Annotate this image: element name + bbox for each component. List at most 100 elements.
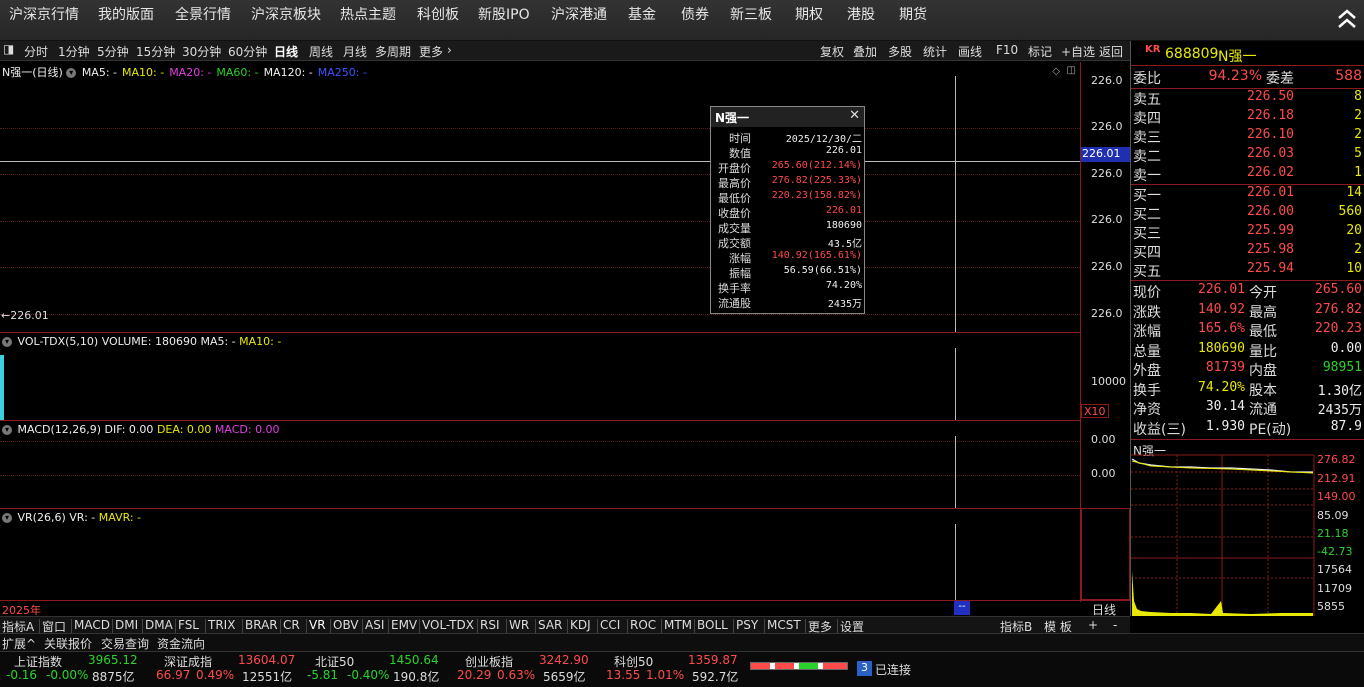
period-tab[interactable]: 30分钟	[182, 43, 221, 60]
indicator-tab[interactable]: OBV	[333, 618, 359, 632]
period-tab[interactable]: 5分钟	[97, 43, 129, 60]
nav-item[interactable]: 基金	[628, 4, 656, 24]
level-label: 卖四	[1133, 111, 1161, 127]
indicator-tab[interactable]: EMV	[391, 618, 417, 632]
period-tab[interactable]: 多周期	[375, 43, 411, 60]
tool-button[interactable]: 复权	[820, 43, 844, 60]
nav-item[interactable]: 新股IPO	[478, 4, 530, 24]
scale-tick: 226.0	[1091, 74, 1123, 87]
indicator-tab[interactable]: SAR	[538, 618, 562, 632]
indicator-tab[interactable]: PSY	[736, 618, 758, 632]
price-pane[interactable]: N强一(日线) ▾ MA5: - MA10: - MA20: - MA60: - MA1…	[0, 62, 1080, 332]
nav-item[interactable]: 期权	[795, 4, 823, 24]
tool-button[interactable]: 叠加	[853, 43, 877, 60]
tool-button[interactable]: 统计	[923, 43, 947, 60]
order-book-row: 买三 225.99 20	[1131, 223, 1364, 242]
indicator-tab[interactable]: ASI	[365, 618, 384, 632]
related-quote-tab[interactable]: 关联报价	[44, 635, 92, 652]
collapse-chevron-icon[interactable]	[1336, 6, 1358, 32]
indicator-tab[interactable]: KDJ	[570, 618, 591, 632]
period-tab[interactable]: 1分钟	[58, 43, 90, 60]
data-tooltip-window[interactable]: N强一 ✕ 时间 2025/12/30/二 数值 226.01 开盘价 265.60(21…	[710, 106, 865, 314]
nav-item[interactable]: 沪深京板块	[251, 4, 321, 24]
indicator-tab[interactable]: -	[1113, 618, 1117, 632]
indicator-tab[interactable]: MCST	[767, 618, 801, 632]
tool-button[interactable]: 画线	[958, 43, 982, 60]
sidebar-toggle-icon[interactable]: ◨	[3, 42, 14, 56]
indicator-tab[interactable]: CR	[283, 618, 300, 632]
indicator-tab[interactable]: WR	[509, 618, 529, 632]
capital-flow-tab[interactable]: 资金流向	[157, 635, 205, 652]
tooltip-value: 220.23(158.82%)	[771, 190, 862, 201]
price-pane-header: N强一(日线) ▾ MA5: - MA10: - MA20: - MA60: - MA1…	[2, 64, 372, 80]
tool-button[interactable]: +自选	[1061, 43, 1095, 60]
indicator-tab[interactable]: DMA	[145, 618, 173, 632]
dropdown-icon[interactable]: ▾	[2, 337, 12, 347]
stock-header: KR 688809 N强一	[1131, 43, 1364, 65]
nav-item[interactable]: 债券	[681, 4, 709, 24]
indicator-tab[interactable]: MACD	[74, 618, 110, 632]
indicator-tab[interactable]: VOL-TDX	[422, 618, 474, 632]
crosshair-vertical	[955, 348, 956, 420]
diamond-icon[interactable]: ◇	[1052, 66, 1060, 77]
macd-pane[interactable]: ▾ MACD(12,26,9) DIF: 0.00 DEA: 0.00 MACD…	[0, 420, 1080, 508]
indicator-tab[interactable]: FSL	[178, 618, 199, 632]
macd-dif: DIF: 0.00	[104, 423, 154, 436]
period-tab[interactable]: 15分钟	[136, 43, 175, 60]
nav-item[interactable]: 港股	[847, 4, 875, 24]
nav-item[interactable]: 期货	[899, 4, 927, 24]
trade-query-tab[interactable]: 交易查询	[101, 635, 149, 652]
order-book-row: 卖五 226.50 8	[1131, 89, 1364, 108]
expand-button[interactable]: 扩展^	[2, 635, 36, 652]
volume-pane[interactable]: ▾ VOL-TDX(5,10) VOLUME: 180690 MA5: - MA…	[0, 332, 1080, 421]
level-quantity: 2	[1354, 108, 1362, 123]
stat-value: 0.00	[1330, 340, 1362, 356]
tool-button[interactable]: 多股	[888, 43, 912, 60]
period-tab[interactable]: 分时	[24, 43, 48, 60]
stat-value: 74.20%	[1198, 379, 1245, 395]
indicator-tab[interactable]: BRAR	[245, 618, 278, 632]
chart-area[interactable]: N强一(日线) ▾ MA5: - MA10: - MA20: - MA60: - MA1…	[0, 62, 1080, 600]
period-tab[interactable]: 月线	[343, 43, 367, 60]
nav-item[interactable]: 沪深京行情	[9, 4, 79, 24]
nav-item[interactable]: 科创板	[417, 4, 459, 24]
period-toolbar: ◨ 分时 1分钟 5分钟 15分钟 30分钟 60分钟 日线 周线 月线 多周期…	[0, 41, 1130, 61]
vr-pane[interactable]: ▾ VR(26,6) VR: - MAVR: -	[0, 508, 1080, 600]
period-tab-active[interactable]: 日线	[274, 43, 298, 60]
pane-title: N强一(日线)	[2, 66, 63, 79]
tool-button[interactable]: 返回	[1099, 43, 1123, 60]
indicator-tab[interactable]: RSI	[480, 618, 500, 632]
chevron-right-icon[interactable]: ›	[447, 43, 452, 57]
indicator-tab[interactable]: BOLL	[697, 618, 728, 632]
nav-item[interactable]: 热点主题	[340, 4, 396, 24]
connection-count-icon[interactable]: 3	[857, 661, 872, 676]
indicator-tab[interactable]: ROC	[630, 618, 656, 632]
nav-item[interactable]: 沪深港通	[551, 4, 607, 24]
period-tab[interactable]: 更多	[419, 43, 443, 60]
indicator-tab[interactable]: DMI	[115, 618, 138, 632]
mini-intraday-chart[interactable]: N强一 276.82 212.91 149.00 85.09 21.18 -42…	[1131, 441, 1364, 616]
mavr-value: MAVR: -	[98, 511, 142, 524]
level-quantity: 5	[1354, 146, 1362, 161]
nav-item[interactable]: 我的版面	[98, 4, 154, 24]
index-pct: -0.40%	[347, 668, 390, 682]
indicator-tab[interactable]: TRIX	[208, 618, 235, 632]
tool-button[interactable]: F10	[996, 43, 1018, 57]
scale-tick: 226.0	[1091, 307, 1123, 320]
period-tab[interactable]: 周线	[309, 43, 333, 60]
period-tab[interactable]: 60分钟	[228, 43, 267, 60]
stat-value: 140.92	[1198, 301, 1245, 317]
panel-icon[interactable]: ◫	[1067, 65, 1076, 76]
indicator-tab[interactable]: VR	[309, 618, 326, 632]
indicator-tab[interactable]: +	[1088, 618, 1098, 632]
close-icon[interactable]: ✕	[849, 108, 860, 123]
tool-button[interactable]: 标记	[1028, 43, 1052, 60]
dropdown-icon[interactable]: ▾	[66, 68, 77, 78]
dropdown-icon[interactable]: ▾	[2, 425, 12, 435]
stat-value: 220.23	[1315, 321, 1362, 336]
indicator-tab[interactable]: MTM	[664, 618, 692, 632]
dropdown-icon[interactable]: ▾	[2, 513, 12, 523]
indicator-tab[interactable]: CCI	[600, 618, 620, 632]
nav-item[interactable]: 全景行情	[175, 4, 231, 24]
nav-item[interactable]: 新三板	[730, 4, 772, 24]
